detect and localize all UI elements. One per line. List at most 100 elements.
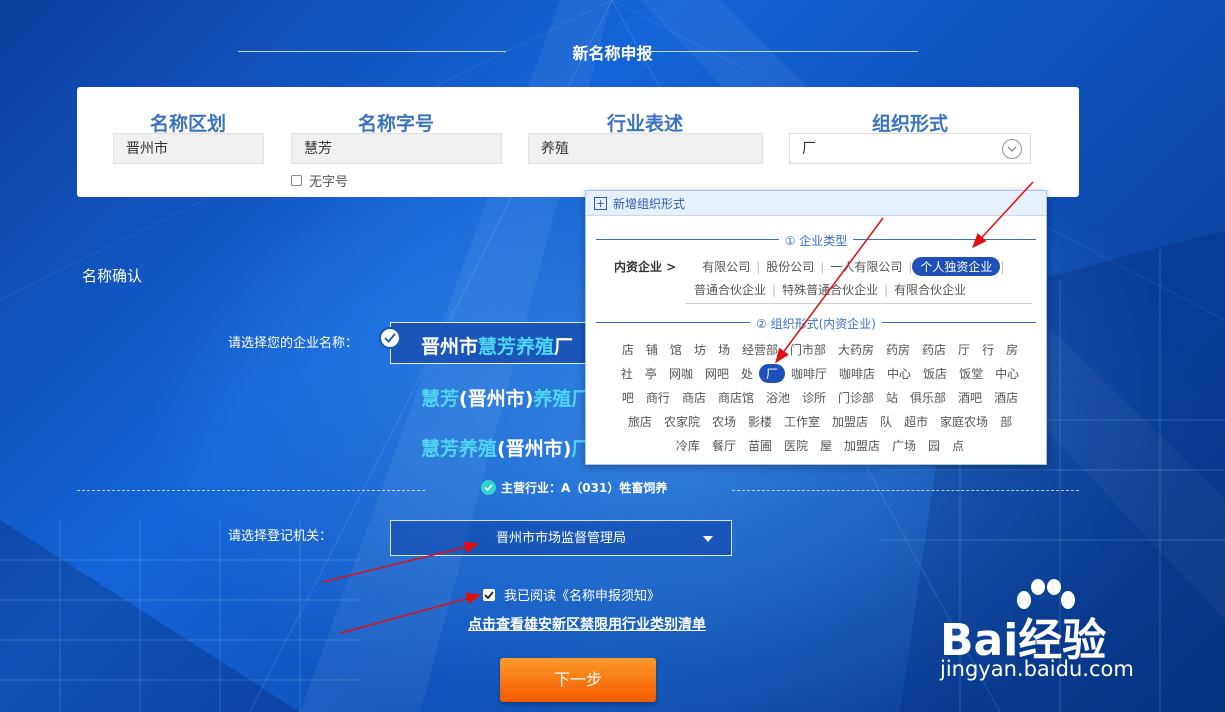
org-form-select[interactable]: 厂 [789, 133, 1031, 164]
org-form-option[interactable]: 药店 [916, 341, 952, 358]
org-form-option[interactable]: 园 [922, 437, 946, 454]
org-form-option[interactable]: 门诊部 [832, 389, 880, 406]
baidu-jingyan-watermark: Bai经验 jingyan.baidu.com [940, 578, 1165, 690]
org-form-option[interactable]: 商行 [640, 389, 676, 406]
checkbox-checked-icon[interactable] [483, 588, 495, 601]
org-forms-row: 吧商行 商店 商店馆 浴池 诊所 门诊部站俱乐部 酒吧 酒店 [600, 385, 1040, 409]
org-form-option[interactable]: 馆 [664, 341, 688, 358]
name-input-panel: 名称区划 晋州市 名称字号 慧芳 无字号 行业表述 养殖 组织形式 厂 [77, 87, 1079, 197]
org-form-option[interactable]: 场 [712, 341, 736, 358]
org-form-option[interactable]: 厂 [758, 363, 785, 383]
org-form-option[interactable]: 社 [615, 365, 639, 382]
org-form-option[interactable]: 点 [946, 437, 970, 454]
section2-title: ② 组织形式(内资企业) [586, 315, 1046, 332]
xiongan-restricted-list-link[interactable]: 点击查看雄安新区禁限用行业类别清单 [468, 614, 706, 634]
org-form-option[interactable]: 屋 [814, 437, 838, 454]
add-org-form-header[interactable]: + 新增组织形式 [586, 191, 1046, 216]
org-form-option[interactable]: 医院 [778, 437, 814, 454]
next-step-button[interactable]: 下一步 [500, 658, 656, 702]
no-zihao-checkbox[interactable]: 无字号 [291, 171, 348, 190]
org-form-option[interactable]: 俱乐部 [904, 389, 952, 406]
org-form-option[interactable]: 冷库 [670, 437, 706, 454]
org-form-option[interactable]: 商店 [676, 389, 712, 406]
org-form-option[interactable]: 浴池 [760, 389, 796, 406]
org-form-option[interactable]: 药房 [880, 341, 916, 358]
org-form-option[interactable]: 坊 [688, 341, 712, 358]
org-form-option[interactable]: 亭 [639, 365, 663, 382]
org-form-option[interactable]: 广场 [886, 437, 922, 454]
org-form-option[interactable]: 网咖 [663, 365, 699, 382]
org-form-option[interactable]: 农场 [706, 413, 742, 430]
org-form-option[interactable]: 队 [874, 413, 898, 430]
type-sole-proprietorship[interactable]: 个人独资企业 [912, 257, 1001, 276]
org-form-option[interactable]: 加盟店 [838, 437, 886, 454]
org-form-option[interactable]: 家庭农场 [934, 413, 994, 430]
org-form-option[interactable]: 中心 [989, 365, 1025, 382]
org-form-option[interactable]: 影楼 [742, 413, 778, 430]
org-form-option[interactable]: 饭堂 [953, 365, 989, 382]
org-form-option[interactable]: 饭店 [917, 365, 953, 382]
org-form-option[interactable]: 咖啡厅 [785, 365, 833, 382]
org-form-option[interactable]: 超市 [898, 413, 934, 430]
org-form-dropdown: + 新增组织形式 ① 企业类型 内资企业 > 有限公司 | 股份公司 | 一人有限公… [585, 190, 1047, 465]
check-circle-icon [481, 480, 496, 495]
org-form-option[interactable]: 商店馆 [712, 389, 760, 406]
org-form-option[interactable]: 部 [994, 413, 1018, 430]
org-forms-grid: 店铺馆坊场经营部 门市部 大药房 药房 药店厅行房社亭网咖 网吧处厂咖啡厅 咖啡店 中心 饭店饭… [600, 337, 1040, 457]
name-option-2[interactable]: 慧芳(晋州市)养殖厂 [421, 384, 590, 411]
org-form-option[interactable]: 旅店 [622, 413, 658, 430]
header-line-right [650, 51, 918, 52]
registration-authority-value: 晋州市市场监督管理局 [495, 531, 626, 546]
plus-icon: + [594, 196, 607, 210]
org-form-option[interactable]: 餐厅 [706, 437, 742, 454]
page-title: 新名称申报 [572, 44, 653, 63]
checkbox-icon[interactable] [291, 175, 302, 186]
org-form-option[interactable]: 门市部 [784, 341, 832, 358]
type-limited-company[interactable]: 有限公司 [696, 258, 756, 275]
read-notice-checkbox[interactable]: 我已阅读《名称申报须知》 [483, 585, 660, 604]
caret-down-icon[interactable] [703, 536, 713, 542]
org-form-option[interactable]: 行 [976, 341, 1000, 358]
org-form-option[interactable]: 诊所 [796, 389, 832, 406]
org-form-option[interactable]: 工作室 [778, 413, 826, 430]
industry-label: 行业表述 [606, 113, 683, 135]
region-label: 名称区划 [149, 113, 226, 135]
choose-name-label: 请选择您的企业名称： [228, 336, 359, 351]
org-forms-row: 冷库 餐厅 苗圃 医院屋加盟店 广场园点 [600, 433, 1040, 457]
type-general-partnership[interactable]: 普通合伙企业 [688, 281, 772, 298]
name-option-3[interactable]: 慧芳养殖(晋州市)厂 [421, 434, 590, 461]
org-form-option[interactable]: 大药房 [832, 341, 880, 358]
domestic-enterprise-label: 内资企业 > [614, 260, 677, 274]
org-form-option[interactable]: 酒吧 [952, 389, 988, 406]
region-input[interactable]: 晋州市 [113, 133, 264, 164]
main-industry-text: 主营行业：A（031）牲畜饲养 [501, 481, 668, 495]
org-form-option[interactable]: 厅 [952, 341, 976, 358]
org-form-option[interactable]: 中心 [881, 365, 917, 382]
type-limited-partnership[interactable]: 有限合伙企业 [888, 281, 972, 298]
type-one-person-limited[interactable]: 一人有限公司 [824, 258, 908, 275]
read-notice-label: 我已阅读《名称申报须知》 [504, 589, 661, 604]
chevron-down-icon[interactable] [1002, 139, 1022, 159]
org-form-option[interactable]: 铺 [640, 341, 664, 358]
org-form-option[interactable]: 苗圃 [742, 437, 778, 454]
org-form-value: 厂 [802, 141, 816, 157]
type-special-general-partnership[interactable]: 特殊普通合伙企业 [776, 281, 884, 298]
dashed-divider-right [732, 490, 1079, 491]
org-form-option[interactable]: 农家院 [658, 413, 706, 430]
org-forms-row: 店铺馆坊场经营部 门市部 大药房 药房 药店厅行房 [600, 337, 1040, 361]
registration-authority-select[interactable]: 晋州市市场监督管理局 [390, 520, 732, 556]
org-form-option[interactable]: 经营部 [736, 341, 784, 358]
org-form-option[interactable]: 店 [616, 341, 640, 358]
org-form-option[interactable]: 咖啡店 [833, 365, 881, 382]
org-form-option[interactable]: 网吧 [699, 365, 735, 382]
name-confirm-section-label: 名称确认 [82, 267, 143, 285]
org-form-option[interactable]: 吧 [616, 389, 640, 406]
zihao-input[interactable]: 慧芳 [291, 133, 502, 164]
industry-input[interactable]: 养殖 [528, 133, 763, 164]
org-form-option[interactable]: 酒店 [988, 389, 1024, 406]
org-form-option[interactable]: 加盟店 [826, 413, 874, 430]
org-form-option[interactable]: 站 [880, 389, 904, 406]
org-form-option[interactable]: 处 [735, 365, 759, 382]
type-joint-stock-company[interactable]: 股份公司 [760, 258, 820, 275]
org-form-option[interactable]: 房 [1000, 341, 1024, 358]
